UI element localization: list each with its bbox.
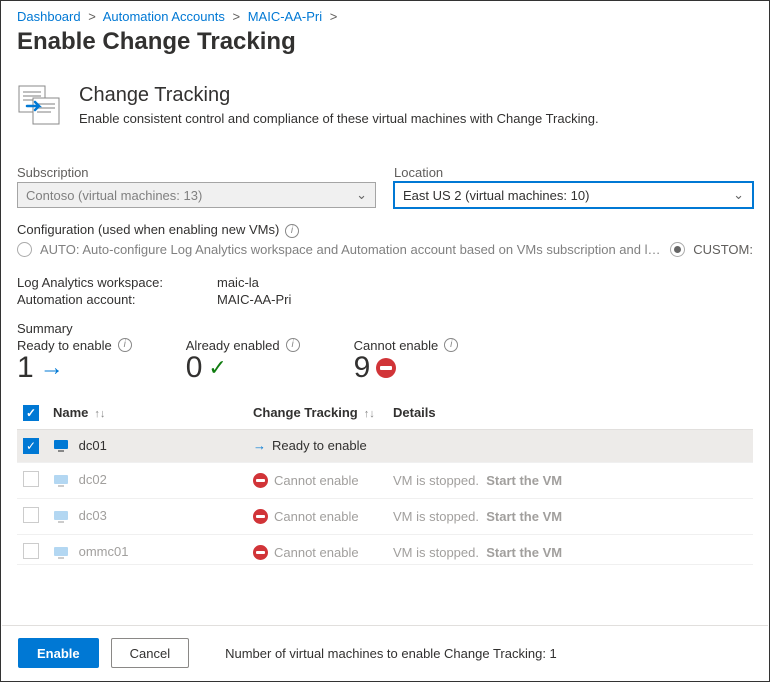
enable-button[interactable]: Enable: [18, 638, 99, 668]
summary-ready-value: 1: [17, 353, 34, 383]
vm-icon: [53, 439, 69, 453]
sort-icon: ↑↓: [94, 408, 105, 420]
info-icon[interactable]: i: [286, 338, 300, 352]
column-name[interactable]: Name↑↓: [47, 397, 247, 430]
arrow-right-icon: →: [253, 438, 266, 453]
configuration-label: Configuration (used when enabling new VM…: [17, 222, 753, 238]
table-row[interactable]: dc03 Cannot enable VM is stopped. Start …: [17, 498, 753, 534]
vm-table: ✓ Name↑↓ Change Tracking↑↓ Details ✓ dc0…: [17, 397, 753, 565]
config-auto-label: AUTO: Auto-configure Log Analytics works…: [40, 242, 662, 257]
summary-ready: Ready to enable i 1 →: [17, 338, 132, 383]
change-tracking-icon: [17, 84, 65, 131]
footer-bar: Enable Cancel Number of virtual machines…: [2, 625, 768, 680]
summary-label: Summary: [17, 321, 753, 336]
summary-cannot: Cannot enable i 9: [354, 338, 459, 383]
subscription-label: Subscription: [17, 165, 376, 180]
info-icon[interactable]: i: [285, 224, 299, 238]
table-row[interactable]: ✓ dc01 → Ready to enable: [17, 429, 753, 462]
config-custom-radio[interactable]: [670, 242, 685, 257]
vm-name: dc03: [79, 508, 107, 523]
detail-text: VM is stopped.: [393, 473, 479, 488]
chevron-right-icon: >: [233, 9, 241, 24]
start-vm-link[interactable]: Start the VM: [486, 545, 562, 560]
vm-icon: [53, 510, 69, 524]
breadcrumb-automation-accounts[interactable]: Automation Accounts: [103, 9, 225, 24]
vm-name: ommc01: [79, 544, 129, 559]
summary-already-value: 0: [186, 353, 203, 383]
breadcrumb-maic-aa-pri[interactable]: MAIC-AA-Pri: [248, 9, 322, 24]
vm-name: dc01: [79, 438, 107, 453]
config-auto-radio[interactable]: [17, 242, 32, 257]
info-icon[interactable]: i: [118, 338, 132, 352]
row-checkbox[interactable]: [23, 507, 39, 523]
subscription-value: Contoso (virtual machines: 13): [26, 188, 202, 203]
vm-icon: [53, 474, 69, 488]
status-text: Ready to enable: [272, 438, 367, 453]
location-dropdown[interactable]: East US 2 (virtual machines: 10) ⌄: [394, 182, 753, 208]
sort-icon: ↑↓: [364, 408, 375, 420]
stop-icon: [253, 509, 268, 524]
feature-subtitle: Enable consistent control and compliance…: [79, 111, 599, 126]
row-checkbox[interactable]: [23, 543, 39, 559]
select-all-checkbox[interactable]: ✓: [23, 405, 39, 421]
row-checkbox[interactable]: [23, 471, 39, 487]
info-icon[interactable]: i: [444, 338, 458, 352]
breadcrumb-dashboard[interactable]: Dashboard: [17, 9, 81, 24]
cancel-button[interactable]: Cancel: [111, 638, 189, 668]
status-text: Cannot enable: [274, 545, 359, 560]
location-label: Location: [394, 165, 753, 180]
checkmark-icon: ✓: [208, 357, 226, 379]
feature-header: Change Tracking Enable consistent contro…: [17, 84, 753, 131]
status-text: Cannot enable: [274, 473, 359, 488]
stop-icon: [376, 358, 396, 378]
start-vm-link[interactable]: Start the VM: [486, 509, 562, 524]
start-vm-link[interactable]: Start the VM: [486, 473, 562, 488]
row-checkbox[interactable]: ✓: [23, 438, 39, 454]
chevron-right-icon: >: [330, 9, 338, 24]
table-row[interactable]: dc02 Cannot enable VM is stopped. Start …: [17, 462, 753, 498]
summary-already: Already enabled i 0 ✓: [186, 338, 300, 383]
detail-text: VM is stopped.: [393, 509, 479, 524]
stop-icon: [253, 473, 268, 488]
subscription-dropdown[interactable]: Contoso (virtual machines: 13) ⌄: [17, 182, 376, 208]
chevron-right-icon: >: [88, 9, 96, 24]
location-value: East US 2 (virtual machines: 10): [403, 188, 589, 203]
automation-account-value: MAIC-AA-Pri: [217, 292, 291, 307]
stop-icon: [253, 545, 268, 560]
summary-cannot-value: 9: [354, 353, 371, 383]
vm-icon: [53, 546, 69, 560]
automation-account-label: Automation account:: [17, 292, 217, 307]
page-title: Enable Change Tracking: [17, 28, 753, 56]
log-analytics-value: maic-la: [217, 275, 259, 290]
status-text: Cannot enable: [274, 509, 359, 524]
breadcrumb: Dashboard > Automation Accounts > MAIC-A…: [17, 9, 753, 24]
chevron-down-icon: ⌄: [356, 187, 367, 203]
chevron-down-icon: ⌄: [733, 187, 744, 203]
table-row[interactable]: ommc01 Cannot enable VM is stopped. Star…: [17, 534, 753, 564]
detail-text: VM is stopped.: [393, 545, 479, 560]
vm-name: dc02: [79, 472, 107, 487]
log-analytics-label: Log Analytics workspace:: [17, 275, 217, 290]
feature-title: Change Tracking: [79, 84, 599, 107]
config-custom-label: CUSTOM:: [693, 242, 753, 257]
column-details: Details: [387, 397, 753, 430]
arrow-right-icon: →: [40, 356, 64, 380]
footer-count-text: Number of virtual machines to enable Cha…: [225, 646, 557, 661]
column-change-tracking[interactable]: Change Tracking↑↓: [247, 397, 387, 430]
